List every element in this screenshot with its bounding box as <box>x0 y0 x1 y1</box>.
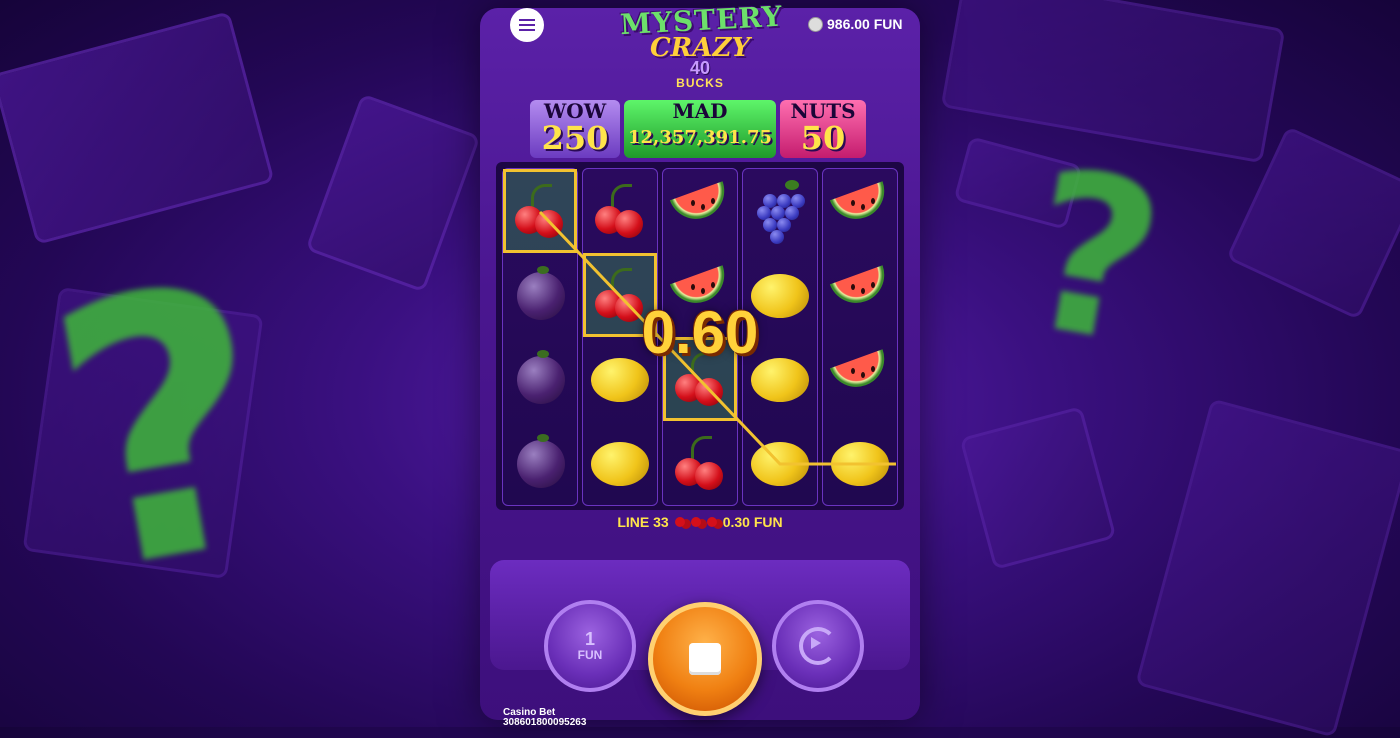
bg-banknote <box>959 406 1117 570</box>
balance-value: 986.00 FUN <box>827 16 903 32</box>
line-label: LINE 33 <box>617 514 669 530</box>
question-mark-icon: ? <box>25 205 304 654</box>
lemon-icon <box>589 432 651 494</box>
reel-cell <box>823 421 897 505</box>
plum-icon <box>509 348 571 410</box>
coins-icon <box>808 16 823 32</box>
cherry-icon <box>589 180 651 242</box>
cherry-icon <box>509 180 571 242</box>
reel-cell <box>663 421 737 505</box>
game-logo: MYSTERY CRAZY 40 BUCKS <box>619 0 783 90</box>
melon-icon <box>829 348 893 410</box>
jackpot-mad: MAD 12,357,391.75 <box>624 100 776 158</box>
reel-1 <box>502 168 578 506</box>
reel-cell <box>583 421 657 505</box>
balance-display: 986.00 FUN <box>808 16 902 32</box>
line-amount: 0.30 FUN <box>722 514 783 530</box>
jackpot-nuts: NUTS 50 <box>780 100 866 158</box>
reel-cell <box>503 421 577 505</box>
autoplay-icon <box>799 627 837 665</box>
cherry-icon <box>690 514 701 530</box>
spin-stop-button[interactable] <box>648 602 762 716</box>
jackpot-nuts-value: 50 <box>800 119 846 157</box>
bet-unit: FUN <box>577 648 603 662</box>
reel-cell <box>503 337 577 421</box>
reel-cell <box>663 169 737 253</box>
menu-button[interactable] <box>510 8 544 42</box>
hamburger-icon <box>519 24 535 26</box>
lemon-icon <box>749 432 811 494</box>
bet-button[interactable]: 1 FUN <box>544 600 636 692</box>
logo-line-4: BUCKS <box>676 76 724 90</box>
stop-icon <box>689 643 721 675</box>
reel-cell <box>823 169 897 253</box>
win-amount: 0.60 <box>641 299 759 366</box>
cherry-icon <box>669 432 731 494</box>
reel-cell <box>743 421 817 505</box>
bg-banknote <box>1135 398 1400 738</box>
reel-cell <box>823 337 897 421</box>
jackpot-mad-label: MAD <box>672 99 728 123</box>
jackpot-wow-value: 250 <box>541 119 609 157</box>
plum-icon <box>509 264 571 326</box>
melon-icon <box>829 180 893 242</box>
win-line-info: LINE 33 0.30 FUN <box>496 514 904 530</box>
jackpot-wow: WOW 250 <box>530 100 620 158</box>
cherry-icon <box>706 514 717 530</box>
bet-value: 1 <box>584 629 595 649</box>
lemon-icon <box>829 432 891 494</box>
plum-icon <box>509 432 571 494</box>
reel-cell <box>503 169 577 253</box>
reel-cell <box>743 169 817 253</box>
melon-icon <box>669 180 733 242</box>
logo-line-1: MYSTERY <box>619 0 784 42</box>
bg-banknote <box>305 93 481 293</box>
reel-5 <box>822 168 898 506</box>
reel-cell <box>503 253 577 337</box>
cherry-icon <box>674 514 685 530</box>
grape-icon <box>749 180 811 244</box>
autoplay-button[interactable] <box>772 600 864 692</box>
bg-banknote <box>0 11 275 245</box>
reel-cell <box>583 169 657 253</box>
melon-icon <box>829 264 893 326</box>
reel-cell <box>823 253 897 337</box>
footer-info: Casino Bet 308601800095263 <box>503 708 586 728</box>
logo-line-3: 40 <box>689 58 711 78</box>
jackpot-mad-value: 12,357,391.75 <box>627 127 773 148</box>
